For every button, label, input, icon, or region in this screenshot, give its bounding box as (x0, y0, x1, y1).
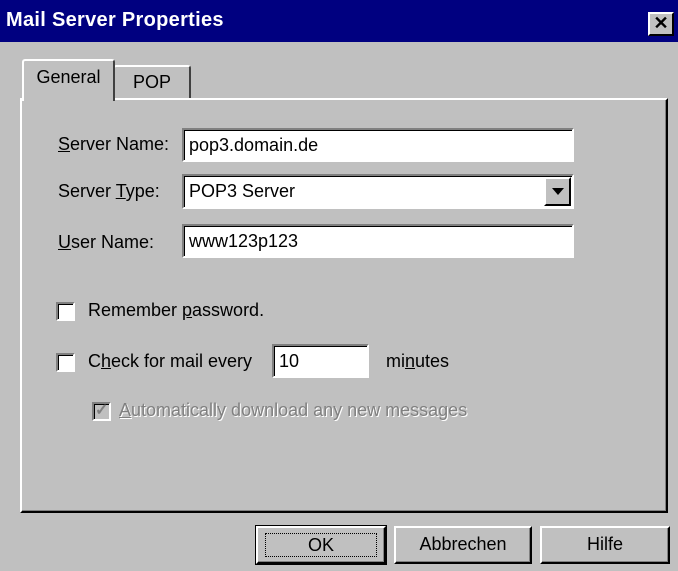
title-bar: Mail Server Properties ✕ (0, 0, 678, 44)
server-type-value: POP3 Server (189, 181, 296, 201)
cancel-button[interactable]: Abbrechen (394, 526, 532, 564)
server-name-label: Server Name: (58, 134, 170, 154)
help-button[interactable]: Hilfe (540, 526, 670, 564)
close-icon[interactable]: ✕ (648, 12, 674, 36)
check-mail-checkbox[interactable] (56, 353, 75, 372)
tab-pop[interactable]: POP (113, 65, 191, 99)
tab-general[interactable]: General (22, 59, 115, 101)
user-name-label: User Name: (58, 232, 155, 252)
server-type-select[interactable]: POP3 Server (182, 174, 574, 209)
server-name-input[interactable]: pop3.domain.de (182, 128, 574, 162)
remember-password-label: Remember password. (88, 300, 265, 320)
check-mail-label: Check for mail every (88, 351, 253, 371)
general-tab-panel: Server Name: pop3.domain.de Server Type:… (20, 98, 668, 513)
window-title: Mail Server Properties (6, 9, 224, 31)
auto-download-label: Automatically download any new messages (119, 400, 468, 420)
dropdown-button[interactable] (544, 177, 571, 206)
ok-button-label: OK (265, 533, 377, 557)
minutes-label: minutes (386, 351, 450, 371)
checkmark-icon: ✓ (95, 402, 109, 419)
server-type-label: Server Type: (58, 181, 160, 201)
ok-button[interactable]: OK (255, 525, 387, 565)
chevron-down-icon (552, 188, 564, 195)
check-interval-input[interactable]: 10 (272, 344, 369, 378)
auto-download-checkbox[interactable]: ✓ (92, 402, 111, 421)
remember-password-checkbox[interactable] (56, 302, 75, 321)
user-name-input[interactable]: www123p123 (182, 224, 574, 258)
